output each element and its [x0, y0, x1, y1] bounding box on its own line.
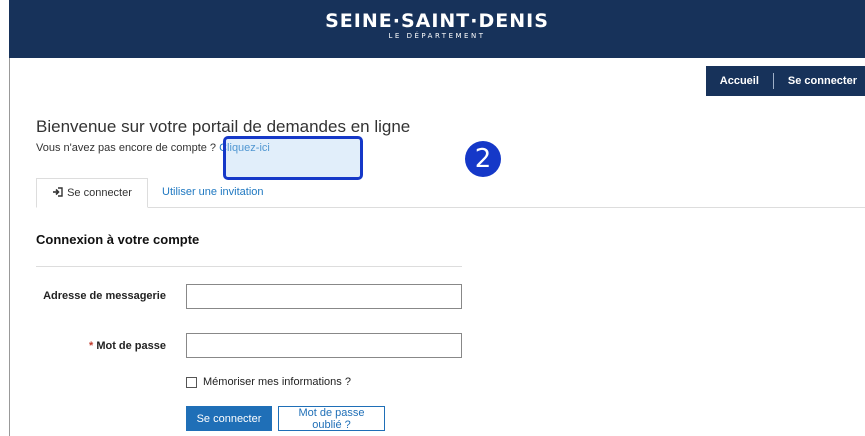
sign-in-icon [52, 186, 63, 200]
remember-checkbox[interactable] [186, 376, 197, 388]
nav-separator [772, 73, 774, 89]
forgot-password-button[interactable]: Mot de passe oublié ? [278, 406, 385, 431]
tab-invitation[interactable]: Utiliser une invitation [162, 186, 264, 198]
section-title: Connexion à votre compte [36, 232, 200, 247]
remember-label: Mémoriser mes informations ? [203, 376, 351, 388]
login-submit-button[interactable]: Se connecter [186, 406, 272, 431]
nav-login-link[interactable]: Se connecter [788, 75, 857, 87]
password-label-text: Mot de passe [96, 340, 166, 352]
email-field[interactable] [186, 284, 462, 309]
signup-prompt-text: Vous n'avez pas encore de compte ? [36, 142, 220, 154]
page-title: Bienvenue sur votre portail de demandes … [36, 117, 411, 136]
email-label: Adresse de messagerie [36, 290, 166, 302]
password-field[interactable] [186, 333, 462, 358]
tab-login-label: Se connecter [67, 187, 132, 199]
top-nav: Accueil Se connecter [705, 66, 865, 96]
remember-row: Mémoriser mes informations ? [186, 376, 351, 388]
nav-home-link[interactable]: Accueil [720, 75, 759, 87]
site-header: SEINE·SAINT·DENIS LE DÉPARTEMENT [9, 0, 865, 58]
page-frame-border [9, 58, 10, 436]
tab-login[interactable]: Se connecter [36, 178, 148, 208]
section-divider [36, 266, 462, 267]
brand-logo: SEINE·SAINT·DENIS [325, 10, 549, 32]
required-marker: * [88, 340, 94, 352]
email-label-text: Adresse de messagerie [43, 290, 166, 302]
tabs-divider [36, 207, 865, 208]
password-label: * Mot de passe [36, 340, 166, 352]
brand-subtitle: LE DÉPARTEMENT [388, 32, 486, 40]
signup-link-highlight [223, 136, 363, 180]
step-number-badge: 2 [465, 141, 501, 177]
